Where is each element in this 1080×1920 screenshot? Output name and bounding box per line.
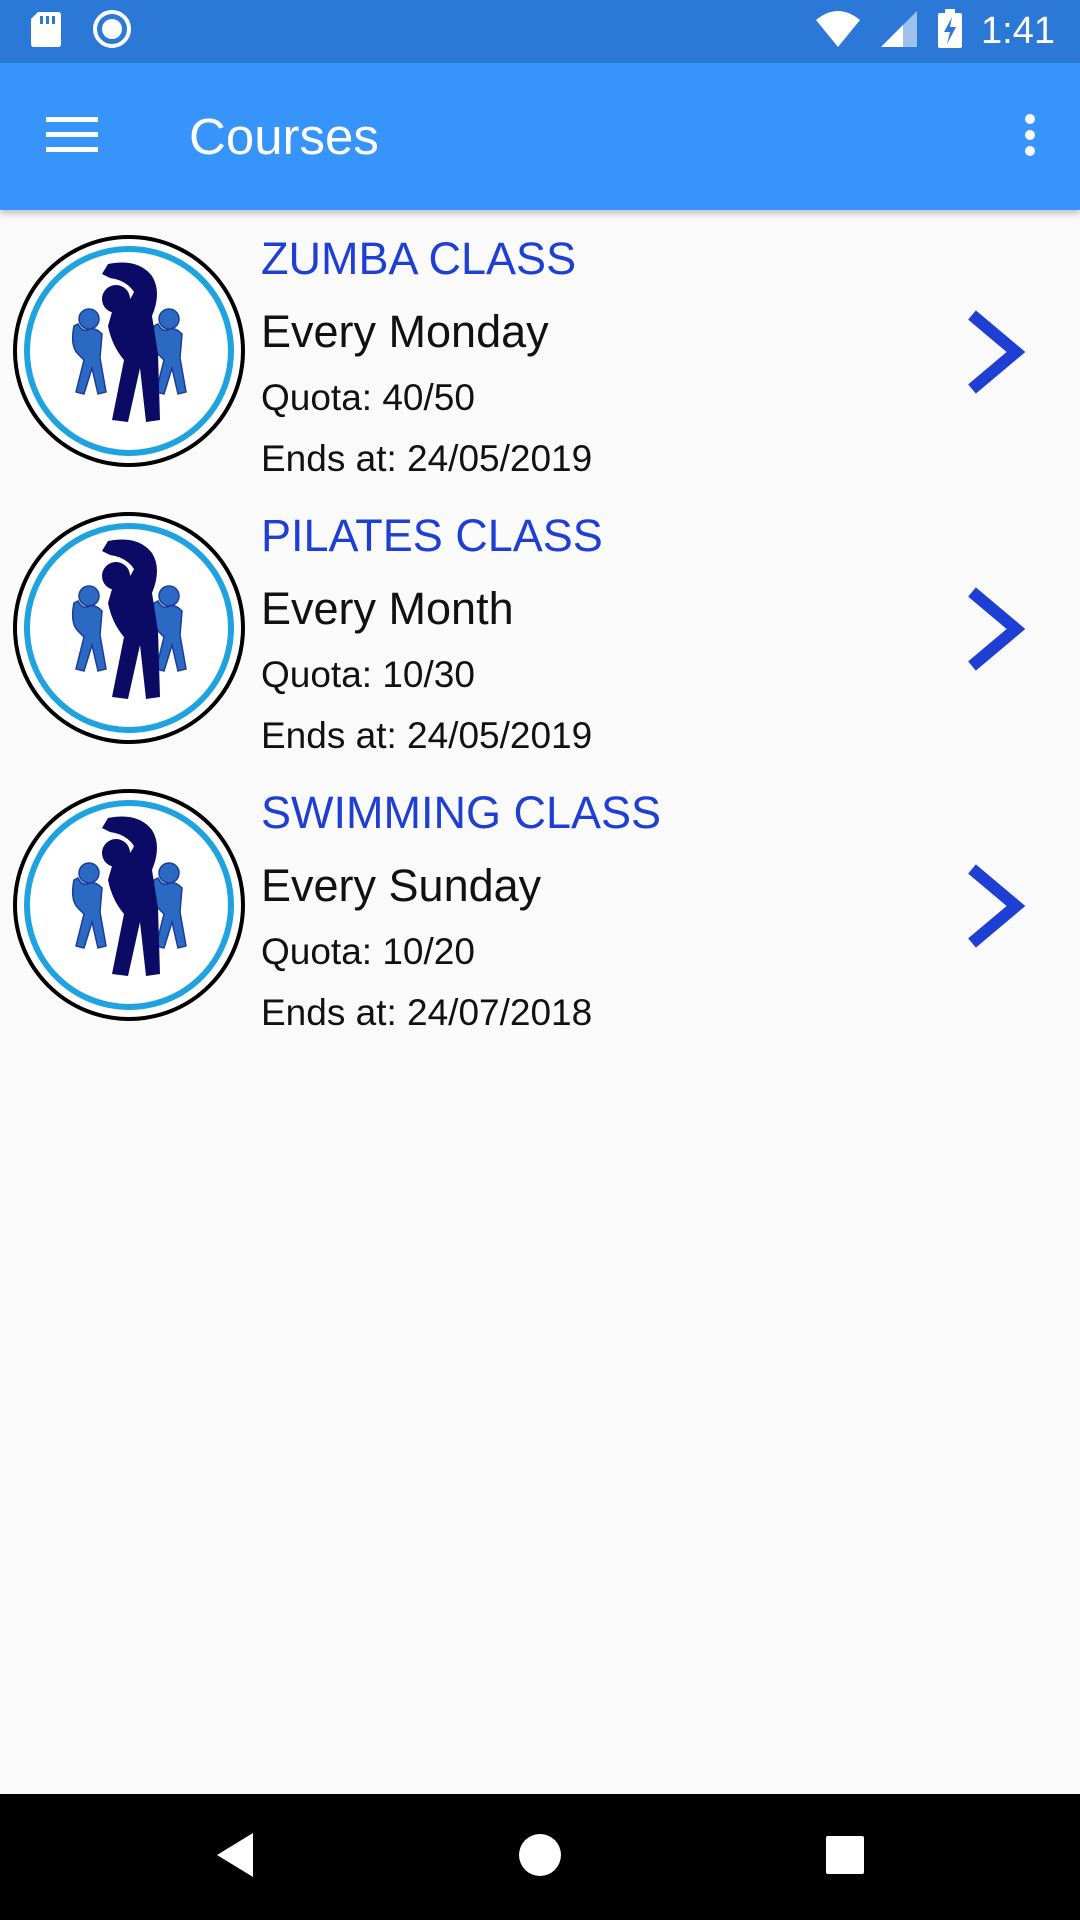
- app-bar: Courses: [0, 63, 1080, 210]
- menu-button[interactable]: [22, 93, 122, 181]
- course-quota: Quota: 10/20: [261, 931, 475, 972]
- status-right-icons: 1:41: [815, 8, 1055, 54]
- more-vert-icon: [1024, 113, 1036, 162]
- wifi-icon: [815, 10, 861, 53]
- battery-charging-icon: [937, 8, 963, 54]
- course-list: ZUMBA CLASS Every Monday Quota: 40/50 En…: [0, 210, 1080, 1041]
- list-item[interactable]: PILATES CLASS Every Month Quota: 10/30 E…: [0, 487, 1080, 764]
- back-button[interactable]: [190, 1812, 280, 1902]
- chevron-right-icon[interactable]: [960, 307, 1030, 397]
- course-details: PILATES CLASS Every Month Quota: 10/30 E…: [261, 513, 603, 754]
- course-end-date: Ends at: 24/05/2019: [261, 715, 593, 756]
- course-name: PILATES CLASS: [261, 510, 603, 561]
- cell-signal-icon: [879, 10, 919, 53]
- hamburger-menu-icon: [46, 116, 98, 158]
- chevron-right-icon[interactable]: [960, 584, 1030, 674]
- home-icon: [517, 1832, 563, 1883]
- chevron-right-icon[interactable]: [960, 861, 1030, 951]
- overflow-menu-button[interactable]: [1000, 93, 1060, 181]
- page-title: Courses: [189, 108, 379, 165]
- list-item[interactable]: SWIMMING CLASS Every Sunday Quota: 10/20…: [0, 764, 1080, 1041]
- course-quota: Quota: 40/50: [261, 377, 475, 418]
- status-bar: 1:41: [0, 0, 1080, 63]
- status-left-icons: [30, 9, 132, 54]
- fitness-class-icon: [12, 788, 246, 1022]
- course-schedule: Every Sunday: [261, 860, 542, 911]
- course-quota: Quota: 10/30: [261, 654, 475, 695]
- sync-icon: [92, 9, 132, 54]
- recents-icon: [825, 1835, 865, 1880]
- fitness-class-icon: [12, 234, 246, 468]
- home-button[interactable]: [495, 1812, 585, 1902]
- course-details: ZUMBA CLASS Every Monday Quota: 40/50 En…: [261, 236, 592, 477]
- recents-button[interactable]: [800, 1812, 890, 1902]
- course-end-date: Ends at: 24/05/2019: [261, 438, 593, 479]
- sd-card-icon: [30, 10, 62, 53]
- status-time: 1:41: [981, 9, 1055, 52]
- back-icon: [213, 1830, 257, 1885]
- course-schedule: Every Monday: [261, 306, 549, 357]
- course-details: SWIMMING CLASS Every Sunday Quota: 10/20…: [261, 790, 661, 1031]
- system-nav-bar: [0, 1794, 1080, 1920]
- course-name: SWIMMING CLASS: [261, 787, 662, 838]
- course-name: ZUMBA CLASS: [261, 233, 577, 284]
- course-schedule: Every Month: [261, 583, 514, 634]
- course-end-date: Ends at: 24/07/2018: [261, 992, 593, 1033]
- fitness-class-icon: [12, 511, 246, 745]
- list-item[interactable]: ZUMBA CLASS Every Monday Quota: 40/50 En…: [0, 210, 1080, 487]
